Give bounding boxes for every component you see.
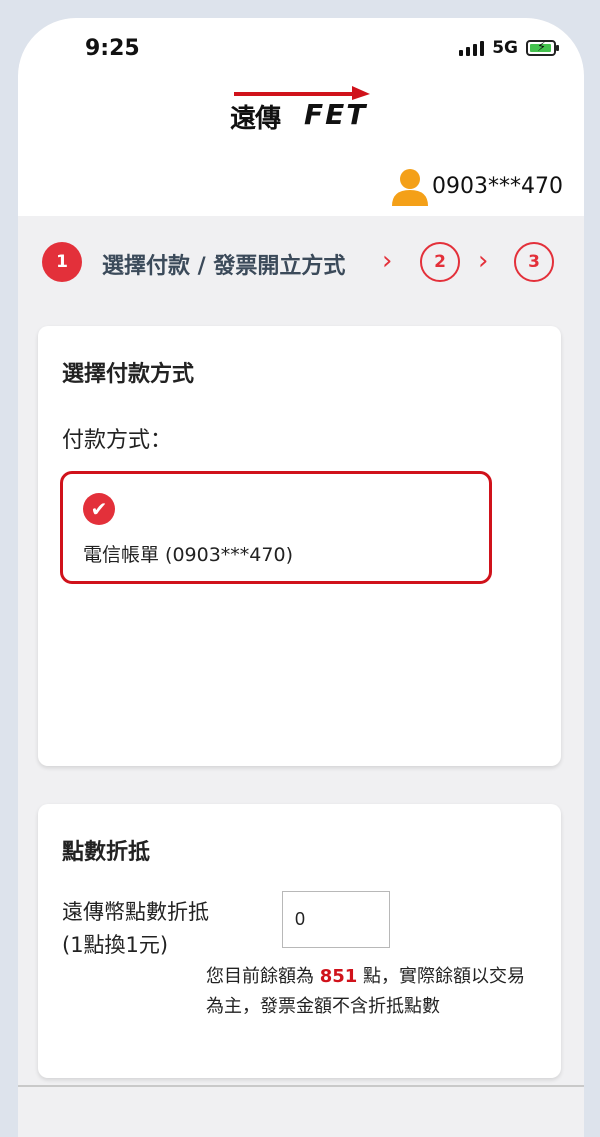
fet-logo: 遠傳 FET bbox=[230, 80, 378, 134]
points-balance-note: 您目前餘額為 851 點，實際餘額以交易為主，發票金額不含折抵點數 bbox=[206, 962, 536, 1022]
points-balance: 851 bbox=[319, 966, 358, 987]
payment-option-label: 電信帳單 (0903***470) bbox=[83, 544, 293, 566]
payment-option-telecom-bill[interactable]: ✔ 電信帳單 (0903***470) bbox=[60, 471, 492, 584]
note-prefix: 您目前餘額為 bbox=[206, 966, 320, 987]
points-label-line2: (1點換1元) bbox=[62, 933, 169, 957]
payment-method-label: 付款方式： bbox=[62, 428, 173, 453]
phone-frame: 9:25 5G ⚡ 遠傳 FET 0903***470 1 選擇付款 / 發票開… bbox=[0, 0, 600, 1137]
step-1-badge: 1 bbox=[42, 242, 82, 282]
points-label: 遠傳幣點數折抵 (1點換1元) bbox=[62, 896, 209, 962]
user-phone: 0903***470 bbox=[432, 173, 563, 199]
payment-method-card: 選擇付款方式 付款方式： ✔ 電信帳單 (0903***470) bbox=[38, 326, 561, 766]
screen: 9:25 5G ⚡ 遠傳 FET 0903***470 1 選擇付款 / 發票開… bbox=[18, 18, 584, 1137]
points-label-line1: 遠傳幣點數折抵 bbox=[62, 900, 209, 924]
user-avatar-icon bbox=[392, 169, 429, 206]
user-info[interactable]: 0903***470 bbox=[390, 166, 563, 206]
status-icons: 5G ⚡ bbox=[459, 38, 559, 58]
network-type: 5G bbox=[492, 38, 518, 58]
divider bbox=[18, 1085, 584, 1087]
points-card: 點數折抵 遠傳幣點數折抵 (1點換1元) 您目前餘額為 851 點，實際餘額以交… bbox=[38, 804, 561, 1078]
points-input[interactable] bbox=[282, 891, 390, 948]
logo-chinese: 遠傳 bbox=[230, 104, 281, 134]
logo-english: FET bbox=[304, 98, 368, 131]
check-icon: ✔ bbox=[83, 493, 115, 525]
step-3-badge: 3 bbox=[514, 242, 554, 282]
chevron-right-icon: › bbox=[478, 246, 489, 276]
payment-card-title: 選擇付款方式 bbox=[62, 362, 195, 387]
step-1-label: 選擇付款 / 發票開立方式 bbox=[102, 254, 346, 279]
signal-icon bbox=[459, 40, 485, 56]
step-indicator: 1 選擇付款 / 發票開立方式 › 2 › 3 bbox=[42, 242, 562, 286]
app-header: 9:25 5G ⚡ 遠傳 FET 0903***470 bbox=[18, 18, 584, 216]
battery-icon: ⚡ bbox=[526, 40, 559, 56]
chevron-right-icon: › bbox=[382, 246, 393, 276]
step-2-badge: 2 bbox=[420, 242, 460, 282]
points-card-title: 點數折抵 bbox=[62, 840, 151, 865]
status-time: 9:25 bbox=[85, 36, 140, 61]
